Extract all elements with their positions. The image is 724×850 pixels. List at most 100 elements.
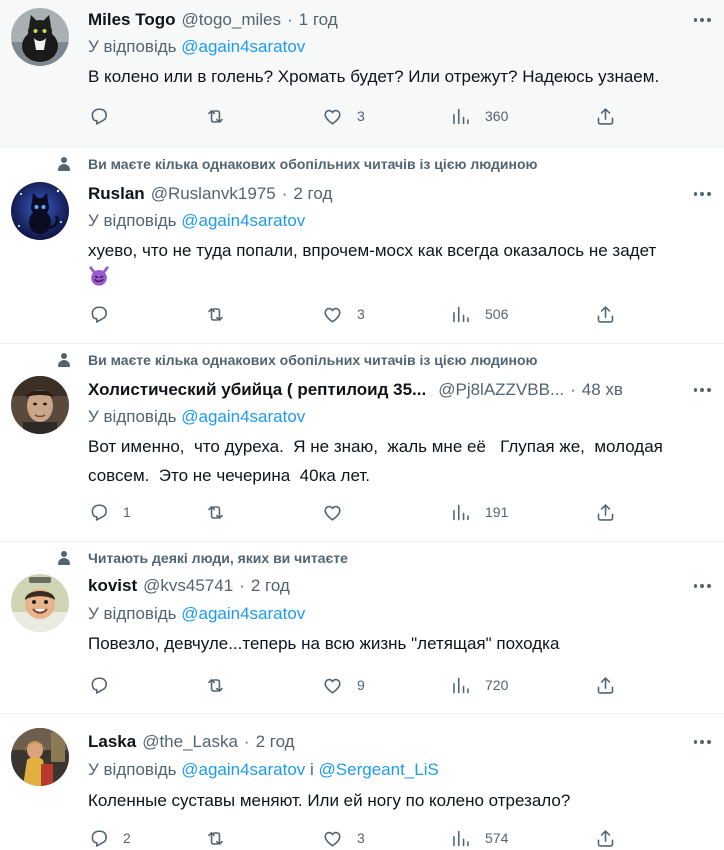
cat-avatar-image [11, 8, 69, 66]
tweet-card[interactable]: Miles Togo @togo_miles · 1 год У відпові… [0, 0, 724, 148]
like-button[interactable] [322, 500, 357, 524]
user-handle[interactable]: @kvs45741 [143, 576, 233, 596]
reply-button[interactable] [88, 673, 123, 697]
heart-icon [322, 828, 343, 849]
share-button[interactable] [595, 500, 616, 524]
separator-dot: · [570, 380, 576, 399]
tweet-actions: 1 191 [88, 500, 628, 524]
reply-icon [88, 828, 109, 849]
reply-button[interactable] [88, 302, 123, 326]
reply-prefix: У відповідь [88, 37, 177, 56]
reply-prefix: У відповідь [88, 407, 177, 426]
bar-chart-icon [450, 106, 471, 127]
separator-dot: · [243, 732, 250, 751]
timestamp[interactable]: 2 год [293, 184, 332, 204]
tweet-card[interactable]: Ви маєте кілька однакових обопільних чит… [0, 148, 724, 344]
tweet-header: Ruslan @Ruslanvk1975 · 2 год [88, 184, 684, 204]
share-button[interactable] [595, 826, 616, 850]
user-handle[interactable]: @Pj8lAZZVBB... [438, 380, 564, 400]
display-name[interactable]: Laska [88, 732, 136, 752]
avatar[interactable] [11, 8, 69, 66]
display-name[interactable]: Холистический убийца ( рептилоид 35... [88, 380, 426, 400]
retweet-button[interactable] [205, 673, 240, 697]
social-context-text: Читають деякі люди, яких ви читаєте [88, 550, 348, 566]
timestamp[interactable]: 1 год [299, 10, 338, 30]
avatar[interactable] [11, 182, 69, 240]
person-icon [56, 550, 72, 566]
reply-icon [88, 675, 109, 696]
more-options-button[interactable] [692, 576, 712, 596]
tweet-actions: 3 506 [88, 302, 628, 326]
reply-button[interactable]: 1 [88, 500, 131, 524]
view-count: 360 [485, 108, 509, 124]
reply-prefix: У відповідь [88, 760, 177, 779]
views-button[interactable]: 574 [450, 826, 508, 850]
heart-icon [322, 502, 343, 523]
social-context-text: Ви маєте кілька однакових обопільних чит… [88, 352, 538, 368]
baby-meme-avatar-image [11, 574, 69, 632]
tweet-header: Miles Togo @togo_miles · 1 год [88, 10, 684, 30]
display-name[interactable]: Miles Togo [88, 10, 176, 30]
retweet-icon [205, 304, 226, 325]
tweet-card[interactable]: Laska @the_Laska · 2 год У відповідь @ag… [0, 714, 724, 846]
more-options-button[interactable] [692, 732, 712, 752]
view-count: 720 [485, 677, 509, 693]
bar-chart-icon [450, 828, 471, 849]
separator-dot: · [281, 184, 288, 203]
reply-icon [88, 304, 109, 325]
share-icon [595, 304, 616, 325]
reply-button[interactable]: 2 [88, 826, 131, 850]
social-context: Читають деякі люди, яких ви читаєте [56, 550, 348, 566]
reply-joiner: і [310, 760, 314, 779]
like-button[interactable]: 3 [322, 302, 365, 326]
timestamp[interactable]: 48 хв [582, 380, 623, 400]
user-handle[interactable]: @togo_miles [182, 10, 281, 30]
timestamp[interactable]: 2 год [256, 732, 295, 752]
smiling-face-with-horns-icon [89, 266, 109, 286]
like-button[interactable]: 3 [322, 104, 365, 128]
reply-to-link[interactable]: @again4saratov [181, 604, 305, 623]
display-name[interactable]: Ruslan [88, 184, 145, 204]
more-options-button[interactable] [692, 10, 712, 30]
share-button[interactable] [595, 302, 616, 326]
reply-to-link[interactable]: @Sergeant_LiS [319, 760, 439, 779]
more-options-button[interactable] [692, 184, 712, 204]
retweet-icon [205, 828, 226, 849]
avatar[interactable] [11, 376, 69, 434]
bar-chart-icon [450, 304, 471, 325]
retweet-button[interactable] [205, 500, 240, 524]
reply-button[interactable] [88, 104, 123, 128]
reply-to-link[interactable]: @again4saratov [181, 37, 305, 56]
reply-to-link[interactable]: @again4saratov [181, 211, 305, 230]
tweet-header: Laska @the_Laska · 2 год [88, 732, 684, 752]
user-handle[interactable]: @the_Laska [142, 732, 238, 752]
retweet-button[interactable] [205, 826, 240, 850]
retweet-icon [205, 502, 226, 523]
user-handle[interactable]: @Ruslanvk1975 [151, 184, 276, 204]
views-button[interactable]: 360 [450, 104, 508, 128]
like-count: 3 [357, 306, 365, 322]
display-name[interactable]: kovist [88, 576, 137, 596]
share-button[interactable] [595, 673, 616, 697]
timestamp[interactable]: 2 год [251, 576, 290, 596]
person-icon [56, 352, 72, 368]
avatar[interactable] [11, 574, 69, 632]
more-options-button[interactable] [692, 380, 712, 400]
views-button[interactable]: 720 [450, 673, 508, 697]
views-button[interactable]: 506 [450, 302, 508, 326]
reply-to-link[interactable]: @again4saratov [181, 760, 305, 779]
like-count: 3 [357, 830, 365, 846]
views-button[interactable]: 191 [450, 500, 508, 524]
reply-count: 1 [123, 504, 131, 520]
retweet-button[interactable] [205, 104, 240, 128]
avatar[interactable] [11, 728, 69, 786]
like-button[interactable]: 9 [322, 673, 365, 697]
reply-to-link[interactable]: @again4saratov [181, 407, 305, 426]
tweet-text: Повезло, девчуле...теперь на всю жизнь "… [88, 634, 560, 653]
tweet-text: Вот именно, что дуреха. Я не знаю, жаль … [88, 437, 668, 485]
tweet-card[interactable]: Читають деякі люди, яких ви читаєте kovi… [0, 542, 724, 714]
tweet-card[interactable]: Ви маєте кілька однакових обопільних чит… [0, 344, 724, 542]
like-button[interactable]: 3 [322, 826, 365, 850]
share-button[interactable] [595, 104, 616, 128]
retweet-button[interactable] [205, 302, 240, 326]
